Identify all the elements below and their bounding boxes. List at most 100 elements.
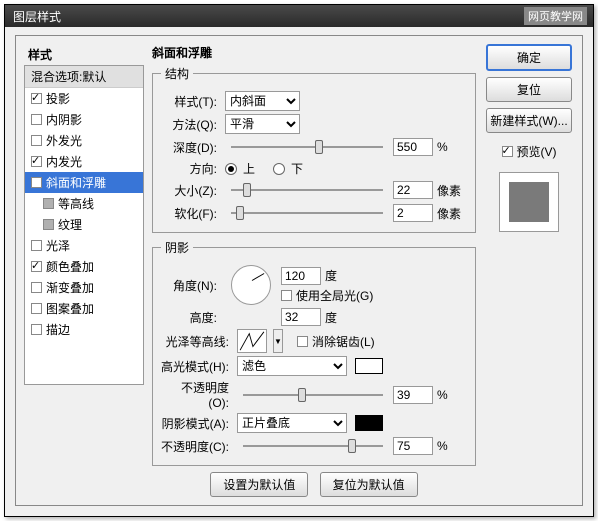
depth-label: 深度(D): — [161, 139, 221, 156]
cancel-button[interactable]: 复位 — [486, 77, 572, 102]
style-checkbox[interactable] — [31, 156, 42, 167]
shadow-mode-label: 阴影模式(A): — [161, 415, 233, 432]
antialias-checkbox[interactable] — [297, 336, 308, 347]
style-item-6[interactable]: 纹理 — [25, 214, 143, 235]
size-input[interactable] — [393, 181, 433, 199]
style-item-9[interactable]: 渐变叠加 — [25, 277, 143, 298]
technique-label: 方法(Q): — [161, 116, 221, 133]
effect-title: 斜面和浮雕 — [152, 44, 476, 61]
style-select[interactable]: 内斜面 — [225, 91, 300, 111]
shading-group: 阴影 角度(N): 度 使用全局光(G) — [152, 239, 476, 466]
style-checkbox[interactable] — [31, 303, 42, 314]
watermark: 网页教学网 — [524, 7, 587, 25]
style-item-4[interactable]: 斜面和浮雕 — [25, 172, 143, 193]
right-panel: 确定 复位 新建样式(W)... 预览(V) — [484, 44, 574, 497]
angle-widget[interactable] — [231, 265, 271, 305]
depth-input[interactable] — [393, 138, 433, 156]
make-default-button[interactable]: 设置为默认值 — [210, 472, 308, 497]
style-item-label: 内阴影 — [46, 111, 82, 128]
soften-input[interactable] — [393, 204, 433, 222]
style-label: 样式(T): — [161, 93, 221, 110]
shadow-opacity-slider[interactable] — [243, 436, 383, 456]
style-list: 混合选项:默认 投影内阴影外发光内发光斜面和浮雕等高线纹理光泽颜色叠加渐变叠加图… — [24, 65, 144, 385]
dialog-window: 图层样式 网页教学网 样式 混合选项:默认 投影内阴影外发光内发光斜面和浮雕等高… — [4, 4, 594, 517]
direction-up-radio[interactable] — [225, 163, 237, 175]
preview-swatch — [509, 182, 549, 222]
depth-slider[interactable] — [231, 137, 383, 157]
global-light-checkbox[interactable] — [281, 290, 292, 301]
highlight-opacity-label: 不透明度(O): — [161, 379, 233, 410]
soften-label: 软化(F): — [161, 205, 221, 222]
bottom-buttons: 设置为默认值 复位为默认值 — [152, 472, 476, 497]
down-label: 下 — [291, 160, 303, 177]
style-item-label: 外发光 — [46, 132, 82, 149]
new-style-button[interactable]: 新建样式(W)... — [486, 108, 572, 133]
shadow-mode-select[interactable]: 正片叠底 — [237, 413, 347, 433]
altitude-label: 高度: — [161, 309, 221, 326]
sub-marker-icon[interactable] — [43, 219, 54, 230]
altitude-input[interactable] — [281, 308, 321, 326]
style-checkbox[interactable] — [31, 240, 42, 251]
up-label: 上 — [243, 160, 255, 177]
direction-down-radio[interactable] — [273, 163, 285, 175]
angle-input[interactable] — [281, 267, 321, 285]
altitude-unit: 度 — [325, 309, 355, 326]
highlight-opacity-slider[interactable] — [243, 385, 383, 405]
blend-options-header[interactable]: 混合选项:默认 — [25, 66, 143, 88]
style-item-label: 光泽 — [46, 237, 70, 254]
shadow-opacity-input[interactable] — [393, 437, 433, 455]
style-item-label: 颜色叠加 — [46, 258, 94, 275]
size-slider[interactable] — [231, 180, 383, 200]
preview-checkbox[interactable] — [502, 146, 513, 157]
window-title: 图层样式 — [13, 10, 61, 24]
angle-unit: 度 — [325, 267, 355, 284]
style-checkbox[interactable] — [31, 282, 42, 293]
style-checkbox[interactable] — [31, 324, 42, 335]
center-panel: 斜面和浮雕 结构 样式(T): 内斜面 方法(Q): 平滑 深度(D): % — [152, 44, 476, 497]
preview-label: 预览(V) — [517, 143, 557, 160]
style-checkbox[interactable] — [31, 177, 42, 188]
style-item-label: 渐变叠加 — [46, 279, 94, 296]
style-item-label: 投影 — [46, 90, 70, 107]
technique-select[interactable]: 平滑 — [225, 114, 300, 134]
dialog-content: 样式 混合选项:默认 投影内阴影外发光内发光斜面和浮雕等高线纹理光泽颜色叠加渐变… — [15, 35, 583, 506]
style-item-label: 图案叠加 — [46, 300, 94, 317]
style-checkbox[interactable] — [31, 114, 42, 125]
style-item-7[interactable]: 光泽 — [25, 235, 143, 256]
titlebar: 图层样式 网页教学网 — [5, 5, 593, 27]
style-checkbox[interactable] — [31, 135, 42, 146]
gloss-contour-picker[interactable] — [237, 329, 267, 353]
style-item-5[interactable]: 等高线 — [25, 193, 143, 214]
style-item-2[interactable]: 外发光 — [25, 130, 143, 151]
contour-dropdown-icon[interactable]: ▼ — [273, 329, 283, 353]
style-item-label: 等高线 — [58, 195, 94, 212]
soften-slider[interactable] — [231, 203, 383, 223]
style-checkbox[interactable] — [31, 93, 42, 104]
angle-label: 角度(N): — [161, 277, 221, 294]
shadow-opacity-unit: % — [437, 439, 467, 453]
style-item-3[interactable]: 内发光 — [25, 151, 143, 172]
style-item-label: 纹理 — [58, 216, 82, 233]
style-item-label: 描边 — [46, 321, 70, 338]
sub-marker-icon[interactable] — [43, 198, 54, 209]
size-unit: 像素 — [437, 182, 467, 199]
antialias-label: 消除锯齿(L) — [312, 333, 375, 350]
shadow-color-swatch[interactable] — [355, 415, 383, 431]
style-item-10[interactable]: 图案叠加 — [25, 298, 143, 319]
highlight-opacity-input[interactable] — [393, 386, 433, 404]
gloss-label: 光泽等高线: — [161, 333, 233, 350]
style-item-11[interactable]: 描边 — [25, 319, 143, 340]
preview-box — [499, 172, 559, 232]
reset-default-button[interactable]: 复位为默认值 — [320, 472, 418, 497]
style-item-0[interactable]: 投影 — [25, 88, 143, 109]
highlight-color-swatch[interactable] — [355, 358, 383, 374]
global-light-label: 使用全局光(G) — [296, 287, 373, 304]
highlight-mode-select[interactable]: 滤色 — [237, 356, 347, 376]
style-item-1[interactable]: 内阴影 — [25, 109, 143, 130]
size-label: 大小(Z): — [161, 182, 221, 199]
style-checkbox[interactable] — [31, 261, 42, 272]
ok-button[interactable]: 确定 — [486, 44, 572, 71]
shadow-opacity-label: 不透明度(C): — [161, 438, 233, 455]
styles-header: 样式 — [24, 44, 144, 65]
style-item-8[interactable]: 颜色叠加 — [25, 256, 143, 277]
